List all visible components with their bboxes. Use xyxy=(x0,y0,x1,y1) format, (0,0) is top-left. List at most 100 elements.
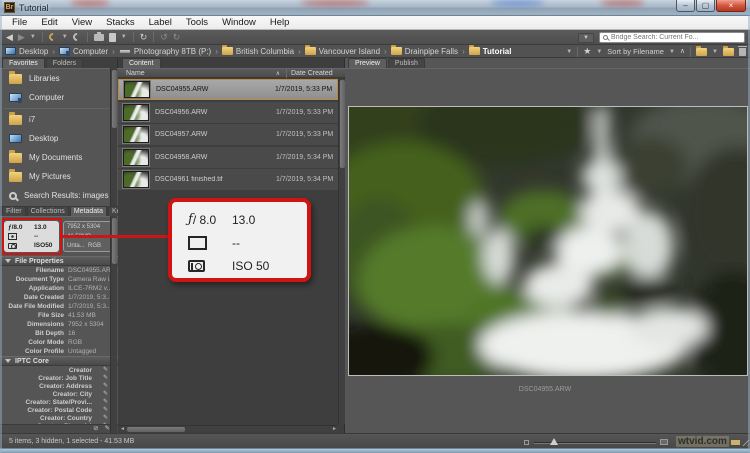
file-row-dsc04956[interactable]: DSC04956.ARW 1/7/2019, 5:33 PM xyxy=(118,102,338,123)
tab-metadata[interactable]: Metadata xyxy=(70,206,107,216)
drive-icon xyxy=(119,49,131,54)
pencil-icon[interactable]: ✎ xyxy=(103,375,108,381)
sort-ascending-icon[interactable]: ∧ xyxy=(276,70,280,77)
path-bar: Desktop › Computer › Photography 8TB (P:… xyxy=(0,45,750,58)
favorite-desktop[interactable]: Desktop xyxy=(0,129,118,148)
camera-icon xyxy=(8,243,17,249)
rating-star-icon[interactable]: ★ xyxy=(583,47,591,56)
content-vscrollbar[interactable] xyxy=(338,79,345,424)
favorites-scrollbar[interactable] xyxy=(110,68,117,206)
sort-by-label[interactable]: Sort by Filename xyxy=(607,47,664,56)
metadata-scrollbar[interactable] xyxy=(110,216,117,433)
file-properties-header[interactable]: File Properties xyxy=(0,256,118,266)
favorite-my-documents[interactable]: My Documents xyxy=(0,148,118,167)
thumbnail-small-icon[interactable] xyxy=(524,440,529,445)
exposure-comp-value: -- xyxy=(34,233,57,240)
view-list-icon[interactable] xyxy=(552,47,561,56)
tab-content[interactable]: Content xyxy=(122,58,161,68)
pencil-icon[interactable]: ✎ xyxy=(103,415,108,421)
close-button[interactable]: × xyxy=(716,0,746,12)
tab-preview[interactable]: Preview xyxy=(348,58,387,68)
view-caret-icon[interactable]: ▼ xyxy=(566,49,572,55)
back-icon[interactable]: ◀ xyxy=(6,33,13,42)
favorite-search-results[interactable]: Search Results: images xyxy=(0,186,118,205)
breadcrumb-separator: › xyxy=(384,47,387,56)
pencil-icon[interactable]: ✎ xyxy=(103,391,108,397)
pencil-icon[interactable]: ✎ xyxy=(103,407,108,413)
pencil-icon[interactable]: ✎ xyxy=(103,367,108,373)
content-hscrollbar[interactable]: ◄ ► xyxy=(119,425,338,432)
new-folder-icon[interactable] xyxy=(723,48,734,56)
libraries-icon xyxy=(9,74,22,84)
tab-publish[interactable]: Publish xyxy=(388,58,425,68)
file-row-dsc04961[interactable]: DSC04961 finished.tif 1/7/2019, 5:34 PM xyxy=(118,169,338,190)
breadcrumb-item-drainpipe-falls[interactable]: Drainpipe Falls xyxy=(391,47,458,56)
glass-smudge xyxy=(300,0,370,6)
pencil-icon[interactable]: ✎ xyxy=(103,383,108,389)
history-caret-icon[interactable]: ▼ xyxy=(30,34,36,40)
tab-filter[interactable]: Filter xyxy=(2,206,26,216)
file-thumbnail xyxy=(123,104,149,121)
open-folder-icon[interactable] xyxy=(696,48,707,56)
no-edit-icon[interactable]: ⊘ xyxy=(93,426,98,433)
column-date-created[interactable]: Date Created xyxy=(287,70,345,77)
new-document-icon[interactable] xyxy=(109,33,116,42)
rotate-cw-icon[interactable]: ↻ xyxy=(173,33,181,42)
iptc-core-header[interactable]: IPTC Core xyxy=(0,356,118,366)
forward-icon[interactable]: ▶ xyxy=(18,33,25,42)
status-bar: 5 items, 3 hidden, 1 selected - 41.53 MB… xyxy=(0,433,750,448)
preview-image-waterfall[interactable] xyxy=(348,106,748,376)
tab-favorites[interactable]: Favorites xyxy=(2,58,45,68)
boomerang-icon[interactable] xyxy=(47,31,58,42)
property-row: Dimensions7952 x 5304 xyxy=(0,320,118,329)
menu-help[interactable]: Help xyxy=(263,17,297,28)
breadcrumb-item-desktop[interactable]: Desktop xyxy=(5,47,48,56)
favorite-my-pictures[interactable]: My Pictures xyxy=(0,167,118,186)
property-row: ApplicationILCE-7RM2 v... xyxy=(0,284,118,293)
view-grid-icon[interactable] xyxy=(538,47,547,56)
title-bar[interactable]: Br Tutorial – ▢ × xyxy=(0,0,750,16)
folder-caret-icon[interactable]: ▼ xyxy=(712,49,718,55)
thumbnail-large-icon[interactable] xyxy=(660,439,668,445)
camera-import-icon[interactable] xyxy=(94,34,104,41)
breadcrumb-item-tutorial[interactable]: Tutorial xyxy=(469,47,512,56)
breadcrumb-item-british-columbia[interactable]: British Columbia xyxy=(222,47,294,56)
breadcrumb-item-drive[interactable]: Photography 8TB (P:) xyxy=(119,47,211,56)
file-caret-icon[interactable]: ▼ xyxy=(121,34,127,40)
breadcrumb-item-computer[interactable]: Computer xyxy=(59,47,108,56)
boomerang-caret-icon[interactable]: ▼ xyxy=(62,34,68,40)
sort-ascending-icon[interactable]: ∧ xyxy=(680,48,685,55)
maximize-button[interactable]: ▢ xyxy=(696,0,715,12)
search-scope-dropdown[interactable]: ▼ xyxy=(578,33,594,43)
menu-stacks[interactable]: Stacks xyxy=(99,17,142,28)
tab-folders[interactable]: Folders xyxy=(46,58,83,68)
favorite-i7[interactable]: i7 xyxy=(0,110,118,129)
minimize-button[interactable]: – xyxy=(676,0,695,12)
preview-pane: DSC04955.ARW xyxy=(345,68,750,433)
refresh-icon[interactable]: ↻ xyxy=(140,33,148,42)
slider-thumb[interactable] xyxy=(550,438,558,445)
iso-value: ISO 50 xyxy=(232,259,269,273)
menu-edit[interactable]: Edit xyxy=(34,17,64,28)
rotate-ccw-icon[interactable]: ↺ xyxy=(160,33,168,42)
search-input[interactable] xyxy=(611,34,741,41)
file-row-dsc04955[interactable]: DSC04955.ARW 1/7/2019, 5:33 PM xyxy=(118,79,338,100)
trash-icon[interactable] xyxy=(739,48,746,56)
menu-file[interactable]: File xyxy=(5,17,34,28)
column-name[interactable]: Name xyxy=(118,70,276,77)
favorite-libraries[interactable]: Libraries xyxy=(0,69,118,88)
menu-tools[interactable]: Tools xyxy=(179,17,215,28)
tab-collections[interactable]: Collections xyxy=(27,206,69,216)
favorite-computer[interactable]: Computer xyxy=(0,88,118,107)
return-arc-icon[interactable] xyxy=(71,31,82,42)
menu-view[interactable]: View xyxy=(65,17,99,28)
file-row-dsc04958[interactable]: DSC04958.ARW 1/7/2019, 5:34 PM xyxy=(118,147,338,168)
menu-window[interactable]: Window xyxy=(215,17,263,28)
iptc-row: Creator: Job Title✎ xyxy=(0,374,118,382)
menu-label[interactable]: Label xyxy=(142,17,179,28)
breadcrumb-item-vancouver-island[interactable]: Vancouver Island xyxy=(305,47,380,56)
rating-caret-icon[interactable]: ▼ xyxy=(596,49,602,55)
sort-caret-icon[interactable]: ▼ xyxy=(669,49,675,55)
file-row-dsc04957[interactable]: DSC04957.ARW 1/7/2019, 5:33 PM xyxy=(118,124,338,145)
pencil-icon[interactable]: ✎ xyxy=(103,399,108,405)
